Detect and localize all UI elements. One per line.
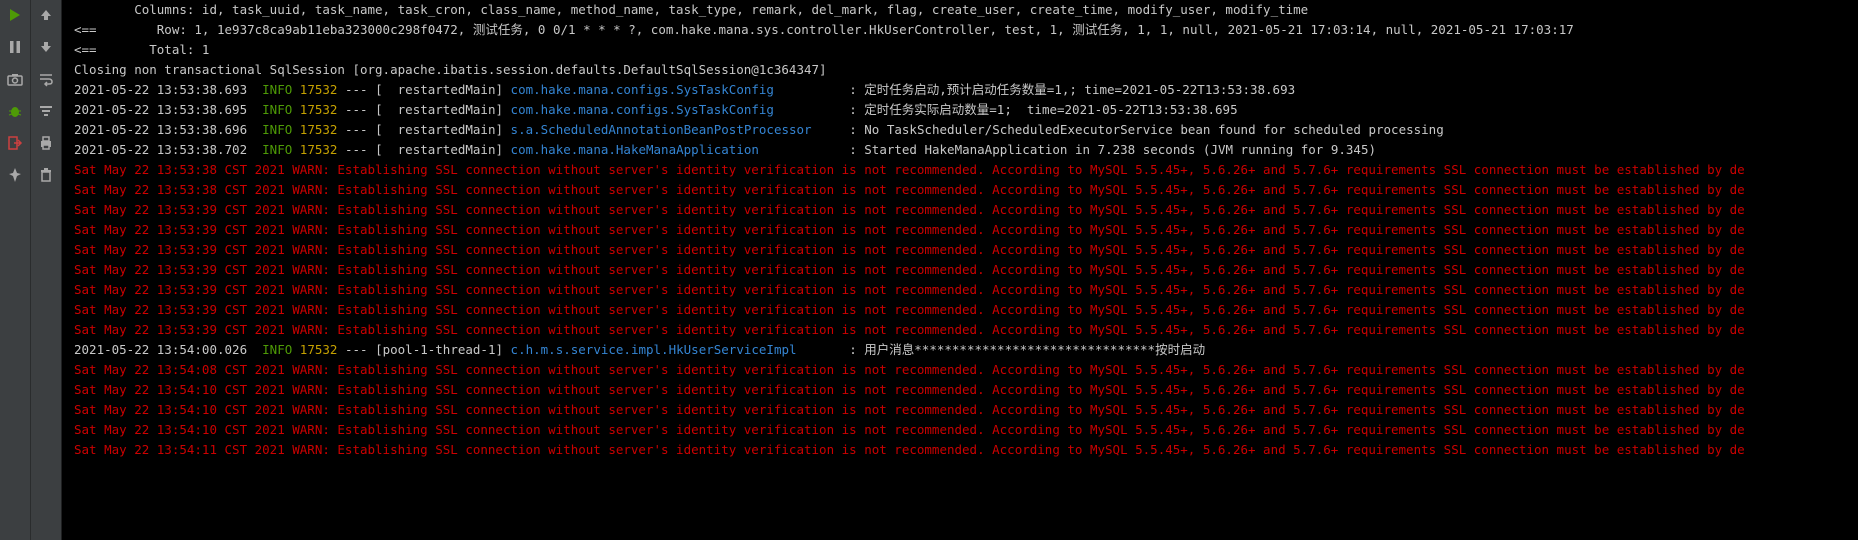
- log-warn-text: Sat May 22 13:53:39 CST 2021 WARN: Estab…: [74, 262, 1745, 277]
- log-ts: 2021-05-22 13:53:38.693: [74, 82, 262, 97]
- log-line: 2021-05-22 13:54:00.026 INFO 17532 --- […: [74, 340, 1858, 360]
- log-warn-text: Sat May 22 13:53:39 CST 2021 WARN: Estab…: [74, 302, 1745, 317]
- log-lvl: INFO: [262, 102, 292, 117]
- log-line: Sat May 22 13:53:39 CST 2021 WARN: Estab…: [74, 260, 1858, 280]
- log-cls: com.hake.mana.HakeManaApplication: [511, 142, 842, 157]
- log-pid: 17532: [300, 102, 338, 117]
- log-ts: 2021-05-22 13:54:00.026: [74, 342, 262, 357]
- log-line: 2021-05-22 13:53:38.696 INFO 17532 --- […: [74, 120, 1858, 140]
- log-line: Columns: id, task_uuid, task_name, task_…: [74, 0, 1858, 20]
- log-warn-text: Sat May 22 13:54:10 CST 2021 WARN: Estab…: [74, 422, 1745, 437]
- log-line: Sat May 22 13:54:08 CST 2021 WARN: Estab…: [74, 360, 1858, 380]
- print-icon[interactable]: [37, 134, 55, 152]
- log-lvl: INFO: [262, 142, 292, 157]
- log-pid: 17532: [300, 122, 338, 137]
- log-cls: c.h.m.s.service.impl.HkUserServiceImpl: [511, 342, 842, 357]
- log-pid: 17532: [300, 142, 338, 157]
- log-line: Sat May 22 13:53:39 CST 2021 WARN: Estab…: [74, 200, 1858, 220]
- log-warn-text: Sat May 22 13:54:10 CST 2021 WARN: Estab…: [74, 402, 1745, 417]
- log-sep: ---: [337, 342, 375, 357]
- log-line: 2021-05-22 13:53:38.702 INFO 17532 --- […: [74, 140, 1858, 160]
- run-toolbar: [0, 0, 31, 540]
- log-thr: [pool-1-thread-1]: [375, 342, 510, 357]
- log-warn-text: Sat May 22 13:53:39 CST 2021 WARN: Estab…: [74, 242, 1745, 257]
- log-sep: ---: [337, 122, 375, 137]
- log-sep: [292, 122, 300, 137]
- log-warn-text: Sat May 22 13:53:39 CST 2021 WARN: Estab…: [74, 222, 1745, 237]
- log-sep: ---: [337, 142, 375, 157]
- wrap-icon[interactable]: [37, 70, 55, 88]
- filter-icon[interactable]: [37, 102, 55, 120]
- log-msg: : 用户消息********************************按时…: [842, 342, 1205, 357]
- log-cls: s.a.ScheduledAnnotationBeanPostProcessor: [511, 122, 842, 137]
- exit-icon[interactable]: [6, 134, 24, 152]
- log-thr: [ restartedMain]: [375, 102, 510, 117]
- log-line: Sat May 22 13:54:10 CST 2021 WARN: Estab…: [74, 400, 1858, 420]
- log-text: <== Total: 1: [74, 42, 209, 57]
- log-line: Sat May 22 13:53:38 CST 2021 WARN: Estab…: [74, 160, 1858, 180]
- log-sep: ---: [337, 82, 375, 97]
- log-line: Sat May 22 13:54:10 CST 2021 WARN: Estab…: [74, 420, 1858, 440]
- log-warn-text: Sat May 22 13:53:39 CST 2021 WARN: Estab…: [74, 202, 1745, 217]
- log-text: <== Row: 1, 1e937c8ca9ab11eba323000c298f…: [74, 22, 1574, 37]
- log-pid: 17532: [300, 342, 338, 357]
- log-pid: 17532: [300, 82, 338, 97]
- log-sep: [292, 82, 300, 97]
- log-msg: : 定时任务实际启动数量=1; time=2021-05-22T13:53:38…: [842, 102, 1238, 117]
- app-frame: Columns: id, task_uuid, task_name, task_…: [0, 0, 1858, 540]
- log-line: Sat May 22 13:53:39 CST 2021 WARN: Estab…: [74, 240, 1858, 260]
- log-warn-text: Sat May 22 13:53:38 CST 2021 WARN: Estab…: [74, 182, 1745, 197]
- log-lvl: INFO: [262, 122, 292, 137]
- log-warn-text: Sat May 22 13:53:39 CST 2021 WARN: Estab…: [74, 322, 1745, 337]
- bug-icon[interactable]: [6, 102, 24, 120]
- log-msg: : No TaskScheduler/ScheduledExecutorServ…: [842, 122, 1444, 137]
- log-line: Sat May 22 13:53:39 CST 2021 WARN: Estab…: [74, 320, 1858, 340]
- rerun-icon[interactable]: [6, 6, 24, 24]
- log-line: Sat May 22 13:54:10 CST 2021 WARN: Estab…: [74, 380, 1858, 400]
- log-line: Sat May 22 13:53:39 CST 2021 WARN: Estab…: [74, 220, 1858, 240]
- log-warn-text: Sat May 22 13:54:08 CST 2021 WARN: Estab…: [74, 362, 1745, 377]
- trash-icon[interactable]: [37, 166, 55, 184]
- camera-icon[interactable]: [6, 70, 24, 88]
- log-sep: [292, 142, 300, 157]
- log-sep: ---: [337, 102, 375, 117]
- log-line: 2021-05-22 13:53:38.693 INFO 17532 --- […: [74, 80, 1858, 100]
- log-lvl: INFO: [262, 342, 292, 357]
- scroll-up-icon[interactable]: [37, 6, 55, 24]
- pin-icon[interactable]: [6, 166, 24, 184]
- log-lvl: INFO: [262, 82, 292, 97]
- log-warn-text: Sat May 22 13:54:11 CST 2021 WARN: Estab…: [74, 442, 1745, 457]
- log-msg: : 定时任务启动,预计启动任务数量=1,; time=2021-05-22T13…: [842, 82, 1295, 97]
- log-thr: [ restartedMain]: [375, 82, 510, 97]
- log-sep: [292, 342, 300, 357]
- log-warn-text: Sat May 22 13:53:38 CST 2021 WARN: Estab…: [74, 162, 1745, 177]
- log-cls: com.hake.mana.configs.SysTaskConfig: [511, 82, 842, 97]
- log-text: Closing non transactional SqlSession [or…: [74, 62, 827, 77]
- log-warn-text: Sat May 22 13:54:10 CST 2021 WARN: Estab…: [74, 382, 1745, 397]
- log-sep: [292, 102, 300, 117]
- log-cls: com.hake.mana.configs.SysTaskConfig: [511, 102, 842, 117]
- log-line: Closing non transactional SqlSession [or…: [74, 60, 1858, 80]
- log-line: <== Total: 1: [74, 40, 1858, 60]
- log-thr: [ restartedMain]: [375, 142, 510, 157]
- log-ts: 2021-05-22 13:53:38.702: [74, 142, 262, 157]
- log-ts: 2021-05-22 13:53:38.695: [74, 102, 262, 117]
- log-line: <== Row: 1, 1e937c8ca9ab11eba323000c298f…: [74, 20, 1858, 40]
- log-line: Sat May 22 13:53:38 CST 2021 WARN: Estab…: [74, 180, 1858, 200]
- log-line: Sat May 22 13:53:39 CST 2021 WARN: Estab…: [74, 280, 1858, 300]
- log-line: Sat May 22 13:54:11 CST 2021 WARN: Estab…: [74, 440, 1858, 460]
- console-output[interactable]: Columns: id, task_uuid, task_name, task_…: [62, 0, 1858, 540]
- scroll-down-icon[interactable]: [37, 38, 55, 56]
- log-line: Sat May 22 13:53:39 CST 2021 WARN: Estab…: [74, 300, 1858, 320]
- pause-icon[interactable]: [6, 38, 24, 56]
- log-warn-text: Sat May 22 13:53:39 CST 2021 WARN: Estab…: [74, 282, 1745, 297]
- output-toolbar: [31, 0, 62, 540]
- log-thr: [ restartedMain]: [375, 122, 510, 137]
- log-msg: : Started HakeManaApplication in 7.238 s…: [842, 142, 1376, 157]
- log-ts: 2021-05-22 13:53:38.696: [74, 122, 262, 137]
- log-line: 2021-05-22 13:53:38.695 INFO 17532 --- […: [74, 100, 1858, 120]
- log-text: Columns: id, task_uuid, task_name, task_…: [74, 2, 1308, 17]
